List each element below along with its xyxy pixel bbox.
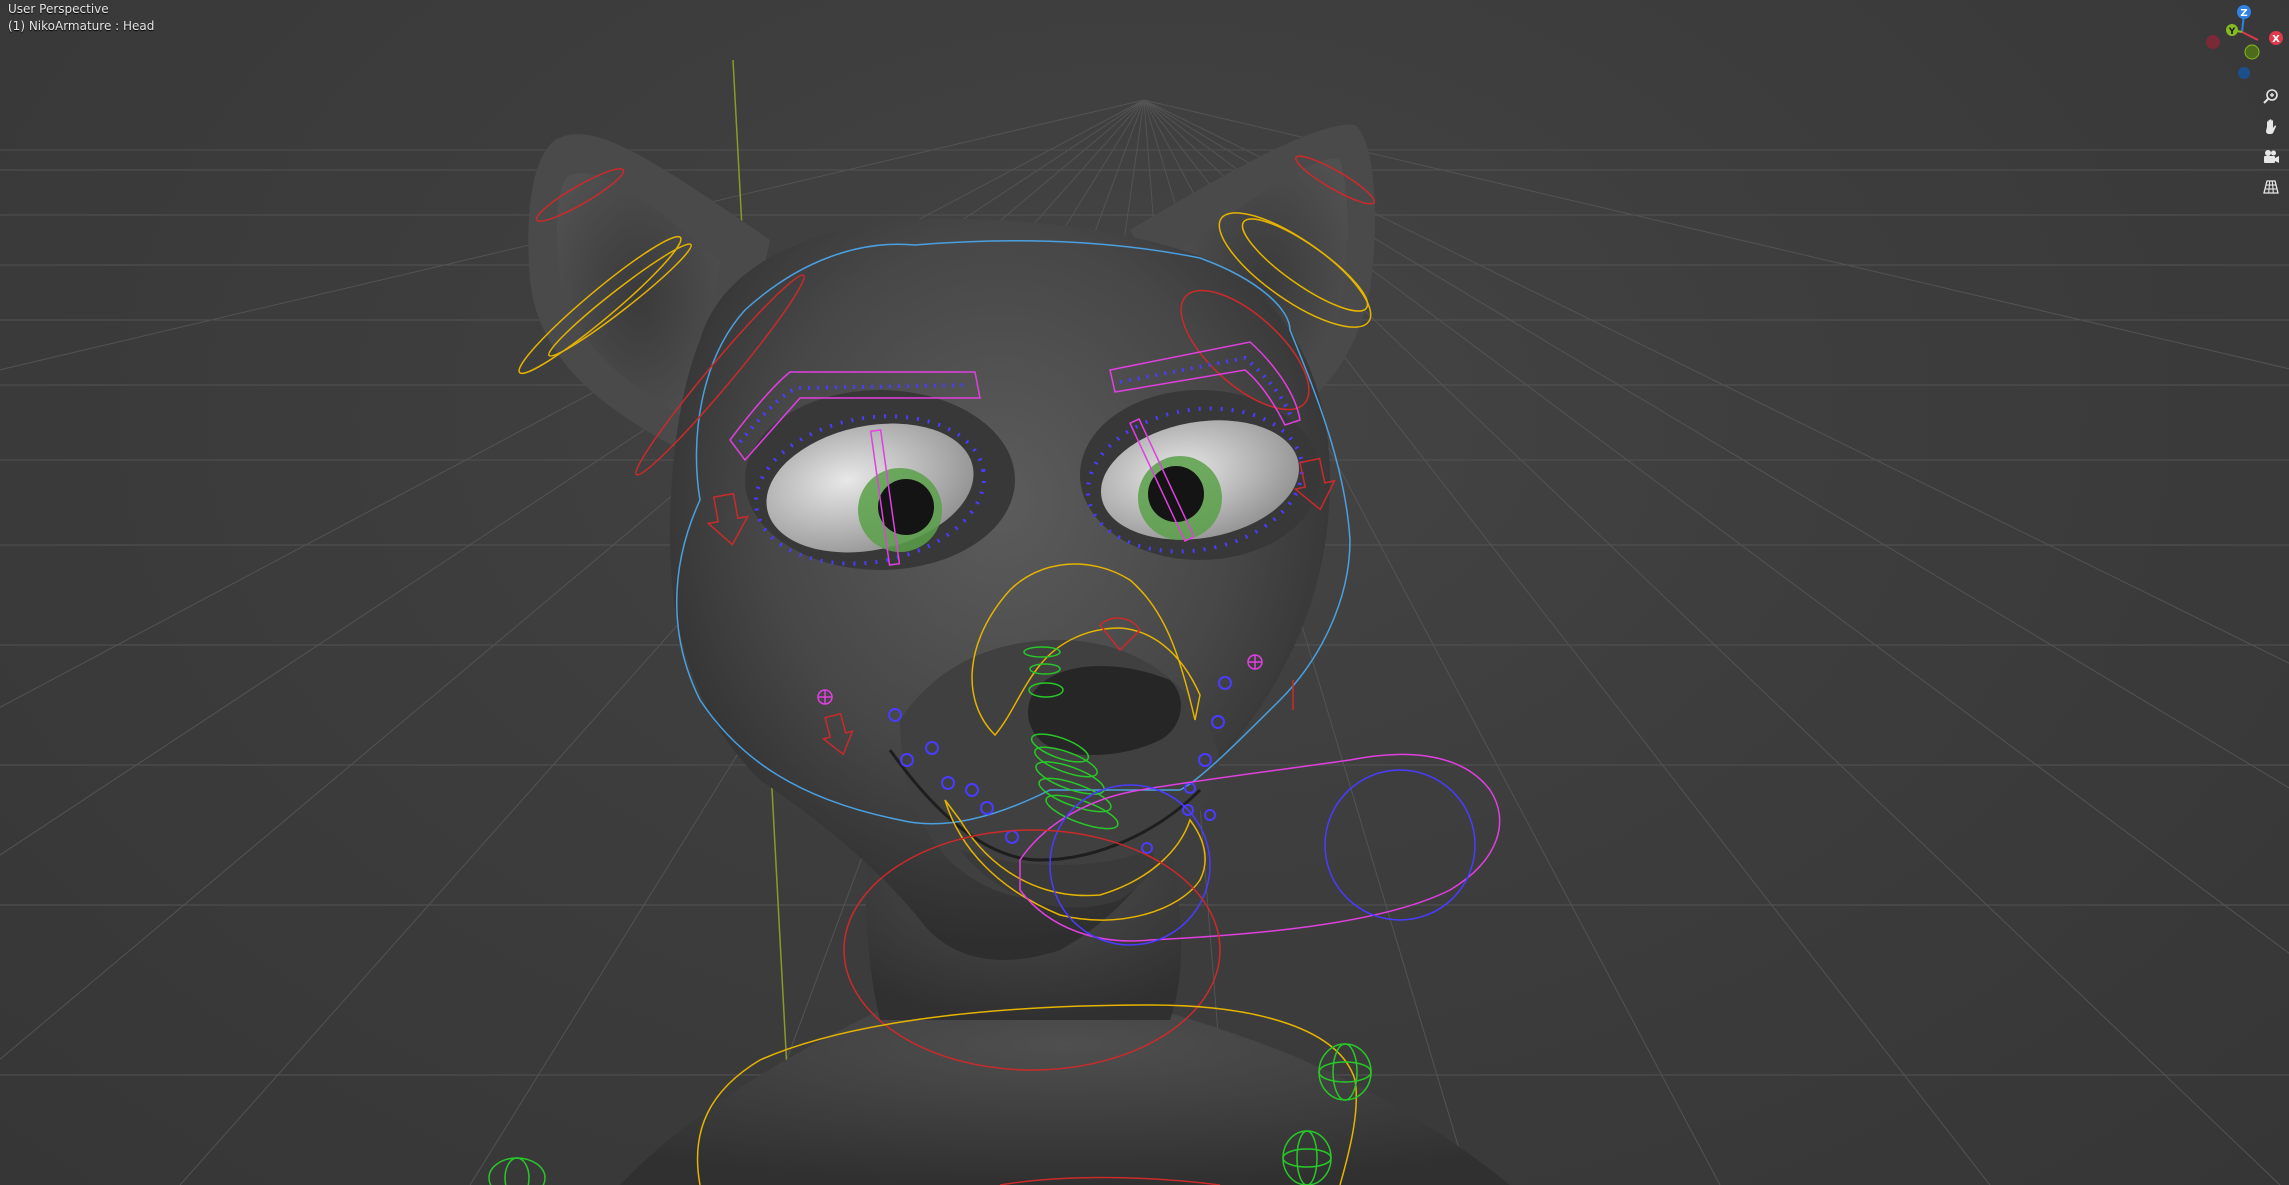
active-object-label: (1) NikoArmature : Head	[8, 19, 155, 33]
left-pupil	[878, 479, 934, 535]
shoulders-mesh	[620, 1010, 1510, 1185]
axis-neg-x-icon[interactable]	[2206, 35, 2220, 49]
hand-pan-icon	[2266, 119, 2277, 134]
axis-neg-y-icon[interactable]	[2244, 44, 2260, 60]
scene-canvas[interactable]	[0, 0, 2289, 1185]
camera-icon	[2264, 150, 2279, 163]
viewport-perspective-label: User Perspective	[8, 2, 109, 16]
shoulder-sphere-left[interactable]	[488, 1157, 546, 1185]
axis-y-label: Y	[2228, 27, 2236, 37]
axis-x-label: X	[2272, 34, 2280, 45]
3d-viewport[interactable]: User Perspective (1) NikoArmature : Head…	[0, 0, 2289, 1185]
axis-neg-z-icon[interactable]	[2238, 67, 2250, 79]
perspective-toggle-button[interactable]	[2258, 174, 2284, 200]
pan-button[interactable]	[2258, 114, 2284, 140]
right-pupil	[1148, 466, 1204, 522]
camera-view-button[interactable]	[2258, 144, 2284, 170]
zoom-button[interactable]	[2258, 84, 2284, 110]
zoom-icon	[2263, 89, 2278, 104]
cheek-gizmo-left[interactable]	[817, 689, 833, 705]
navigation-gizmo[interactable]: Z Y X	[2200, 2, 2286, 82]
axis-z-label: Z	[2240, 8, 2247, 19]
tongue-controller-circle[interactable]	[1324, 769, 1476, 921]
cheek-gizmo-right[interactable]	[1247, 654, 1263, 670]
grid-perspective-icon	[2263, 180, 2279, 194]
